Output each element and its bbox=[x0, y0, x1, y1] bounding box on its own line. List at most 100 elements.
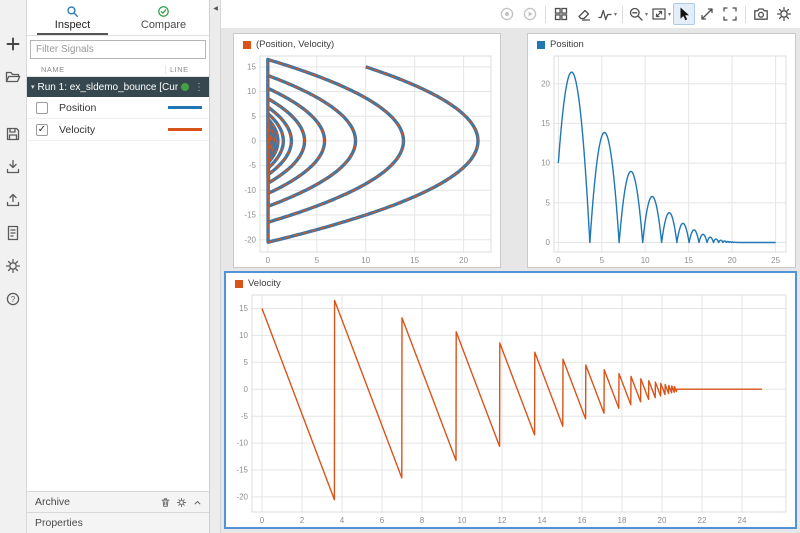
new-button[interactable] bbox=[3, 34, 23, 54]
svg-text:8: 8 bbox=[420, 516, 425, 525]
fit-view-icon[interactable]: ▾ bbox=[650, 3, 672, 25]
signal-row-position[interactable]: Position bbox=[27, 97, 209, 119]
plot-legend: (Position, Velocity) bbox=[243, 39, 334, 50]
phase-plot-canvas: 05101520-20-15-10-5051015 bbox=[234, 34, 500, 267]
position-checkbox[interactable] bbox=[36, 102, 48, 114]
kebab-menu-icon[interactable]: ⋮ bbox=[192, 82, 204, 93]
position-plot[interactable]: Position 051015202505101520 bbox=[527, 33, 796, 268]
velocity-plot[interactable]: Velocity 024681012141618202224-20-15-10-… bbox=[224, 271, 797, 529]
velocity-checkbox[interactable]: ✓ bbox=[36, 124, 48, 136]
record-icon[interactable] bbox=[496, 3, 518, 25]
svg-text:-10: -10 bbox=[244, 186, 256, 195]
import-icon bbox=[5, 159, 21, 175]
open-button[interactable] bbox=[3, 67, 23, 87]
waveform-icon[interactable]: ▾ bbox=[596, 3, 618, 25]
chevron-up-icon[interactable] bbox=[192, 497, 203, 508]
svg-text:-20: -20 bbox=[244, 235, 256, 244]
archive-bar[interactable]: Archive bbox=[27, 491, 209, 512]
svg-text:20: 20 bbox=[658, 516, 667, 525]
svg-text:-10: -10 bbox=[236, 439, 248, 448]
chevron-down-icon: ▾ bbox=[645, 11, 648, 18]
eraser-icon[interactable] bbox=[573, 3, 595, 25]
svg-text:5: 5 bbox=[315, 256, 320, 265]
grid-layout-icon[interactable] bbox=[550, 3, 572, 25]
svg-text:10: 10 bbox=[361, 256, 370, 265]
svg-text:0: 0 bbox=[244, 385, 249, 394]
toolbar-separator bbox=[545, 6, 546, 23]
fullscreen-icon[interactable] bbox=[719, 3, 741, 25]
svg-text:24: 24 bbox=[738, 516, 747, 525]
svg-text:25: 25 bbox=[771, 256, 780, 265]
svg-text:14: 14 bbox=[538, 516, 547, 525]
svg-text:-15: -15 bbox=[236, 466, 248, 475]
import-button[interactable] bbox=[3, 157, 23, 177]
svg-text:10: 10 bbox=[541, 159, 550, 168]
svg-text:4: 4 bbox=[340, 516, 345, 525]
plot-legend: Velocity bbox=[235, 278, 281, 289]
check-circle-icon bbox=[157, 5, 170, 18]
magnifier-icon bbox=[66, 5, 79, 18]
sidebar: Inspect Compare NAME LINE ▾ Run 1: ex_sl… bbox=[27, 0, 210, 533]
legend-swatch bbox=[243, 41, 251, 49]
svg-text:0: 0 bbox=[252, 137, 257, 146]
svg-text:15: 15 bbox=[247, 63, 256, 72]
gear-icon[interactable] bbox=[773, 3, 795, 25]
chevron-down-icon: ▾ bbox=[668, 11, 671, 18]
report-button[interactable] bbox=[3, 223, 23, 243]
column-name: NAME bbox=[27, 65, 165, 74]
toolbar-separator bbox=[622, 6, 623, 23]
plus-icon bbox=[5, 36, 21, 52]
plot-legend: Position bbox=[537, 39, 584, 50]
properties-bar[interactable]: Properties bbox=[27, 512, 209, 533]
svg-text:22: 22 bbox=[698, 516, 707, 525]
svg-text:15: 15 bbox=[410, 256, 419, 265]
signal-row-velocity[interactable]: ✓ Velocity bbox=[27, 119, 209, 141]
tab-inspect[interactable]: Inspect bbox=[27, 0, 118, 35]
phase-plot[interactable]: (Position, Velocity) 0 5 10 15 20 -20 -15 -10 -5… bbox=[233, 33, 501, 268]
velocity-plot-canvas: 024681012141618202224-20-15-10-5051015 bbox=[226, 273, 795, 527]
panel-collapse-strip: ◀ bbox=[210, 0, 221, 533]
pointer-icon[interactable] bbox=[673, 3, 695, 25]
svg-text:5: 5 bbox=[244, 358, 249, 367]
main-area: ▾ ▾ ▾ bbox=[221, 0, 800, 533]
chevron-down-icon: ▾ bbox=[614, 11, 617, 18]
trash-icon[interactable] bbox=[160, 497, 171, 508]
svg-text:10: 10 bbox=[458, 516, 467, 525]
plot-title: (Position, Velocity) bbox=[256, 39, 334, 50]
column-line: LINE bbox=[165, 65, 209, 74]
svg-text:0: 0 bbox=[260, 516, 265, 525]
zoom-icon[interactable]: ▾ bbox=[627, 3, 649, 25]
svg-text:-15: -15 bbox=[244, 211, 256, 220]
save-button[interactable] bbox=[3, 124, 23, 144]
run-row[interactable]: ▾ Run 1: ex_sldemo_bounce [Current] ⋮ bbox=[27, 77, 209, 97]
svg-text:6: 6 bbox=[380, 516, 385, 525]
svg-text:20: 20 bbox=[541, 79, 550, 88]
simulation-data-inspector-window: ? Inspect Compare NAME LINE ▾ bbox=[0, 0, 800, 533]
svg-text:-5: -5 bbox=[241, 412, 249, 421]
svg-text:20: 20 bbox=[459, 256, 468, 265]
export-button[interactable] bbox=[3, 190, 23, 210]
collapse-panel-button[interactable]: ◀ bbox=[210, 3, 221, 16]
help-button[interactable]: ? bbox=[3, 289, 23, 309]
legend-swatch bbox=[235, 280, 243, 288]
run-label: Run 1: ex_sldemo_bounce [Current] bbox=[38, 82, 178, 93]
svg-text:10: 10 bbox=[641, 256, 650, 265]
help-icon: ? bbox=[5, 291, 21, 307]
expander-icon[interactable]: ▾ bbox=[31, 83, 35, 91]
preferences-button[interactable] bbox=[3, 256, 23, 276]
tab-compare[interactable]: Compare bbox=[118, 0, 209, 35]
svg-text:5: 5 bbox=[600, 256, 605, 265]
gear-icon bbox=[5, 258, 21, 274]
gear-icon[interactable] bbox=[176, 497, 187, 508]
sidebar-tabs: Inspect Compare bbox=[27, 0, 209, 36]
signal-name: Position bbox=[59, 102, 96, 114]
svg-text:2: 2 bbox=[300, 516, 305, 525]
svg-text:-5: -5 bbox=[249, 161, 257, 170]
folder-icon bbox=[5, 69, 21, 85]
plot-title: Position bbox=[550, 39, 584, 50]
filter-signals-input[interactable] bbox=[30, 40, 206, 59]
svg-text:5: 5 bbox=[546, 198, 551, 207]
play-circle-icon[interactable] bbox=[519, 3, 541, 25]
pan-arrows-icon[interactable] bbox=[696, 3, 718, 25]
camera-icon[interactable] bbox=[750, 3, 772, 25]
